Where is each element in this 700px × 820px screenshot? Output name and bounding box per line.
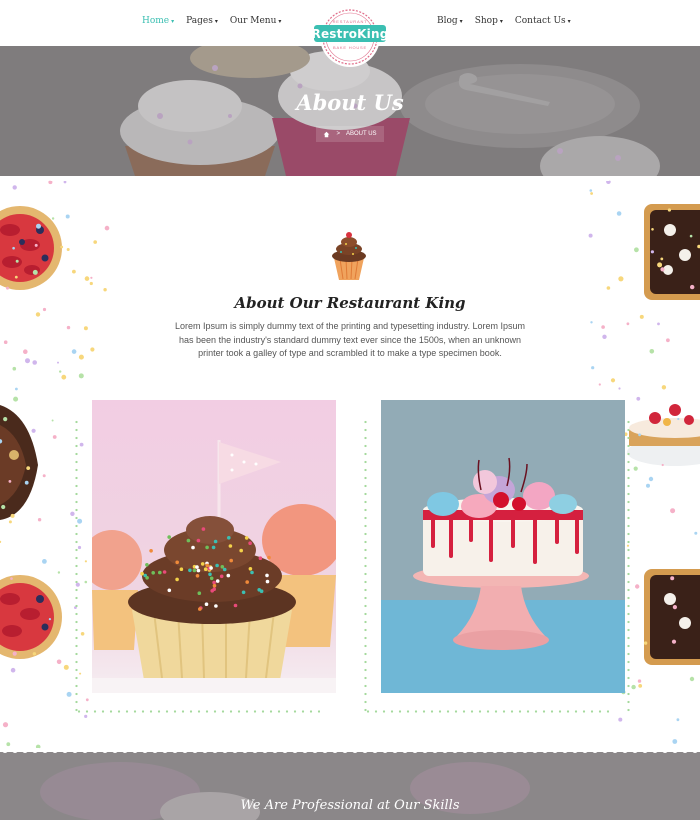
caret-down-icon: ▾ (171, 17, 175, 25)
dotted-frame-line (75, 418, 78, 713)
nav-label: Pages (186, 16, 213, 26)
breadcrumb-separator: > (336, 131, 340, 137)
nav-label: Contact Us (514, 16, 566, 26)
nav-item-our-menu[interactable]: Our Menu ▾ (230, 16, 282, 26)
caret-down-icon: ▾ (567, 17, 571, 25)
nav-left: Home ▾ Pages ▾ Our Menu ▾ (142, 16, 281, 26)
dotted-frame-line (627, 418, 630, 713)
logo-sub-text: BAKE HOUSE (332, 45, 367, 50)
breadcrumb-current: ABOUT US (345, 131, 377, 137)
skills-top-wave-divider (0, 748, 700, 753)
nav-item-shop[interactable]: Shop ▾ (475, 16, 503, 26)
dotted-frame-line (364, 418, 367, 713)
nav-item-contact-us[interactable]: Contact Us ▾ (515, 16, 571, 26)
breadcrumb: > ABOUT US (316, 126, 384, 142)
hero-bottom-wave-divider (0, 176, 700, 181)
caret-down-icon: ▾ (278, 17, 282, 25)
nav-item-home[interactable]: Home ▾ (142, 16, 174, 26)
nav-label: Shop (474, 16, 498, 26)
nav-item-pages[interactable]: Pages ▾ (186, 16, 218, 26)
caret-down-icon: ▾ (499, 17, 503, 25)
skills-heading: We Are Professional at Our Skills (240, 798, 460, 813)
home-icon[interactable] (323, 131, 330, 138)
nav-label: Home (142, 16, 170, 26)
cupcake-with-sprinkles-photo (92, 400, 336, 693)
nav-item-blog[interactable]: Blog ▾ (437, 16, 463, 26)
caret-down-icon: ▾ (214, 17, 218, 25)
dotted-frame-line (75, 710, 320, 713)
nav-label: Blog (437, 16, 458, 26)
drip-cake-on-stand-photo (381, 400, 625, 693)
caret-down-icon: ▾ (459, 17, 463, 25)
about-heading: About Our Restaurant King (234, 294, 466, 312)
logo-name: RestroKing (311, 27, 389, 41)
nav-right: Blog ▾ Shop ▾ Contact Us ▾ (437, 16, 571, 26)
nav-label: Our Menu (229, 16, 277, 26)
page-title: About Us (296, 90, 404, 115)
cupcake-icon (332, 232, 366, 280)
logo-top-text: RESTAURANT (332, 19, 368, 24)
site-logo[interactable]: RESTAURANT RestroKing BAKE HOUSE (310, 6, 390, 68)
dotted-frame-line (364, 710, 609, 713)
about-description: Lorem Ipsum is simply dummy text of the … (175, 321, 525, 358)
